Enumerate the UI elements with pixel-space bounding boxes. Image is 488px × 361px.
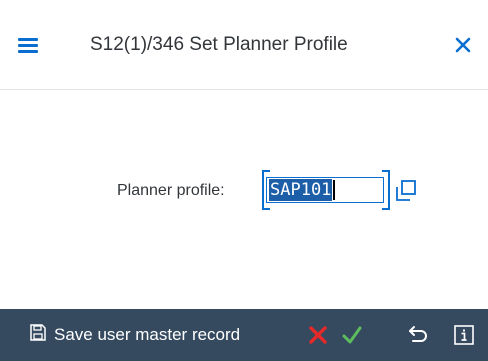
close-icon[interactable]: [451, 33, 475, 57]
menu-icon[interactable]: [16, 34, 40, 56]
planner-profile-input[interactable]: SAP101: [266, 177, 384, 203]
value-help-icon[interactable]: [393, 178, 419, 204]
undo-icon[interactable]: [407, 323, 431, 347]
info-icon[interactable]: [452, 323, 476, 347]
title-bar: S12(1)/346 Set Planner Profile: [0, 0, 488, 90]
set-planner-profile-dialog: S12(1)/346 Set Planner Profile Planner p…: [0, 0, 488, 361]
dialog-content: Planner profile: SAP101: [0, 90, 488, 309]
planner-profile-field-wrapper: SAP101: [262, 170, 392, 210]
planner-profile-label: Planner profile:: [117, 182, 225, 199]
text-caret: [333, 180, 336, 200]
footer-toolbar: Save user master record: [0, 309, 488, 361]
checkmark-icon[interactable]: [340, 323, 364, 347]
planner-profile-value: SAP101: [269, 179, 333, 201]
save-icon: [28, 323, 48, 348]
cancel-icon[interactable]: [306, 323, 330, 347]
dialog-title: S12(1)/346 Set Planner Profile: [90, 34, 348, 55]
save-label: Save user master record: [54, 325, 241, 344]
save-user-master-record-button[interactable]: Save user master record: [28, 323, 240, 347]
